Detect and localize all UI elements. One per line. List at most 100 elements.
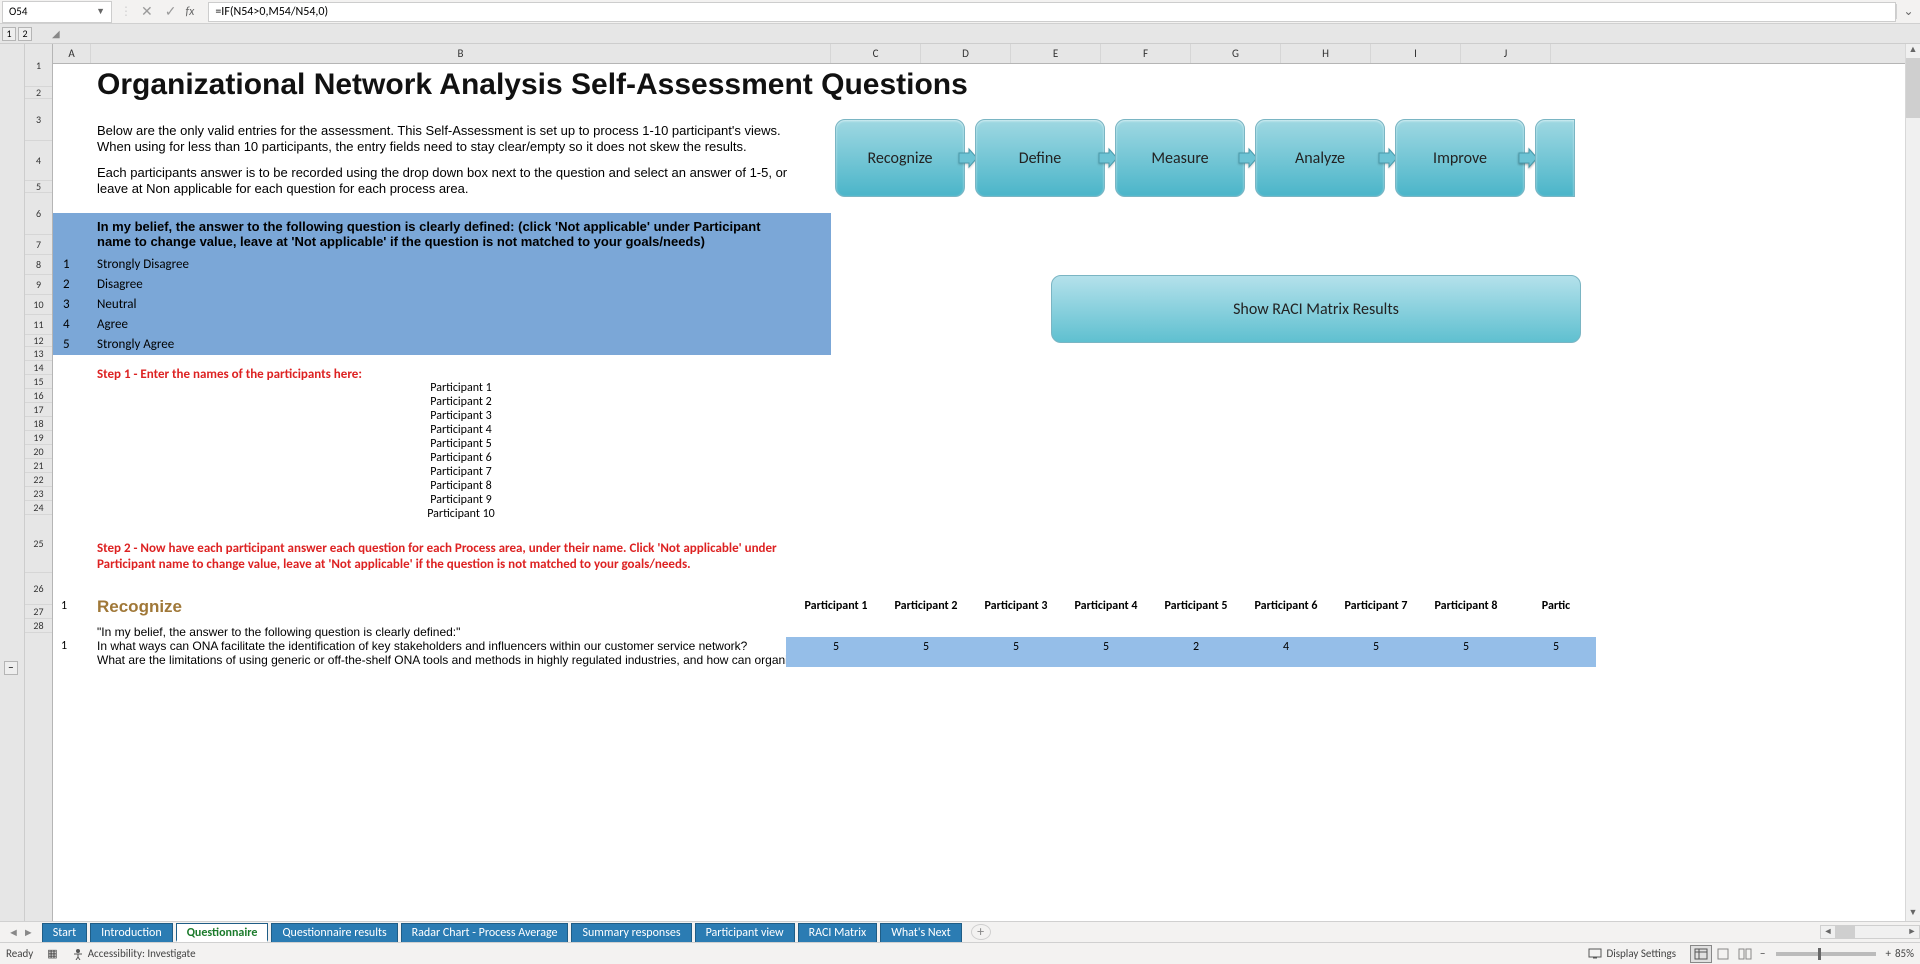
- process-step-define[interactable]: Define: [975, 119, 1105, 197]
- response-value-5[interactable]: 2: [1151, 640, 1241, 654]
- tab-introduction[interactable]: Introduction: [90, 923, 173, 942]
- participant-name-10[interactable]: Participant 10: [91, 507, 831, 521]
- row-header-10[interactable]: 10: [25, 295, 52, 315]
- participant-name-4[interactable]: Participant 4: [91, 423, 831, 437]
- response-value-2[interactable]: 5: [881, 640, 971, 654]
- tab-start[interactable]: Start: [42, 923, 87, 942]
- row-header-2[interactable]: 2: [25, 87, 52, 99]
- col-header-C[interactable]: C: [831, 44, 921, 63]
- name-box[interactable]: O54 ▼: [2, 1, 112, 23]
- response-value-6[interactable]: 4: [1241, 640, 1331, 654]
- participant-name-9[interactable]: Participant 9: [91, 493, 831, 507]
- participant-name-8[interactable]: Participant 8: [91, 479, 831, 493]
- zoom-slider[interactable]: [1776, 952, 1876, 956]
- col-header-E[interactable]: E: [1011, 44, 1101, 63]
- response-value-4[interactable]: 5: [1061, 640, 1151, 654]
- tab-questionnaire-results[interactable]: Questionnaire results: [271, 923, 397, 942]
- col-header-I[interactable]: I: [1371, 44, 1461, 63]
- scroll-left-icon[interactable]: ◄: [1821, 926, 1835, 938]
- zoom-out-button[interactable]: −: [1760, 947, 1765, 960]
- macro-record-icon[interactable]: ▦: [47, 947, 57, 960]
- response-value-9[interactable]: 5: [1511, 640, 1601, 654]
- col-header-D[interactable]: D: [921, 44, 1011, 63]
- row-header-23[interactable]: 23: [25, 487, 52, 501]
- tab-prev-icon[interactable]: ►: [23, 926, 34, 939]
- process-step-next[interactable]: [1535, 119, 1575, 197]
- response-value-3[interactable]: 5: [971, 640, 1061, 654]
- row-header-12[interactable]: 12: [25, 335, 52, 347]
- select-all-triangle[interactable]: ◢: [52, 27, 60, 40]
- row-header-14[interactable]: 14: [25, 361, 52, 375]
- normal-view-icon[interactable]: [1690, 945, 1712, 963]
- response-value-7[interactable]: 5: [1331, 640, 1421, 654]
- row-header-27[interactable]: 27: [25, 605, 52, 619]
- row-header-26[interactable]: 26: [25, 573, 52, 605]
- chevron-down-icon[interactable]: ▼: [96, 6, 105, 17]
- row-header-4[interactable]: 4: [25, 141, 52, 181]
- row-header-18[interactable]: 18: [25, 417, 52, 431]
- col-header-F[interactable]: F: [1101, 44, 1191, 63]
- col-header-B[interactable]: B: [91, 44, 831, 63]
- row-header-13[interactable]: 13: [25, 347, 52, 361]
- response-value-1[interactable]: 5: [791, 640, 881, 654]
- participant-name-5[interactable]: Participant 5: [91, 437, 831, 451]
- row-header-7[interactable]: 7: [25, 235, 52, 255]
- row-header-8[interactable]: 8: [25, 255, 52, 275]
- participant-name-1[interactable]: Participant 1: [91, 381, 831, 395]
- page-break-view-icon[interactable]: [1734, 945, 1756, 963]
- row-header-9[interactable]: 9: [25, 275, 52, 295]
- row-header-1[interactable]: 1: [25, 44, 52, 87]
- display-settings-button[interactable]: Display Settings: [1588, 947, 1676, 960]
- tab-questionnaire[interactable]: Questionnaire: [176, 923, 269, 942]
- zoom-level[interactable]: 85%: [1895, 947, 1914, 960]
- expand-formula-icon[interactable]: ⌄: [1896, 4, 1920, 19]
- fx-icon[interactable]: fx: [185, 5, 194, 19]
- col-header-G[interactable]: G: [1191, 44, 1281, 63]
- horizontal-scrollbar[interactable]: ◄ ►: [1820, 925, 1920, 939]
- outline-level-2[interactable]: 2: [18, 27, 32, 41]
- row-header-24[interactable]: 24: [25, 501, 52, 515]
- response-value-8[interactable]: 5: [1421, 640, 1511, 654]
- outline-collapse-button[interactable]: −: [4, 661, 18, 675]
- row-header-22[interactable]: 22: [25, 473, 52, 487]
- sheet-body[interactable]: Organizational Network Analysis Self-Ass…: [53, 64, 1920, 921]
- show-raci-matrix-button[interactable]: Show RACI Matrix Results: [1051, 275, 1581, 343]
- process-step-measure[interactable]: Measure: [1115, 119, 1245, 197]
- row-header-17[interactable]: 17: [25, 403, 52, 417]
- cancel-icon[interactable]: ✕: [138, 3, 156, 20]
- col-header-A[interactable]: A: [53, 44, 91, 63]
- row-header-16[interactable]: 16: [25, 389, 52, 403]
- row-header-21[interactable]: 21: [25, 459, 52, 473]
- row-header-19[interactable]: 19: [25, 431, 52, 445]
- horizontal-scroll-thumb[interactable]: [1835, 926, 1855, 938]
- process-step-analyze[interactable]: Analyze: [1255, 119, 1385, 197]
- row-header-5[interactable]: 5: [25, 181, 52, 193]
- tab-radar-chart-process-average[interactable]: Radar Chart - Process Average: [401, 923, 569, 942]
- scroll-right-icon[interactable]: ►: [1905, 926, 1919, 938]
- outline-level-1[interactable]: 1: [2, 27, 16, 41]
- tab-participant-view[interactable]: Participant view: [695, 923, 795, 942]
- participant-name-3[interactable]: Participant 3: [91, 409, 831, 423]
- scroll-up-icon[interactable]: ▲: [1906, 44, 1920, 58]
- tab-summary-responses[interactable]: Summary responses: [571, 923, 691, 942]
- row-header-20[interactable]: 20: [25, 445, 52, 459]
- col-header-H[interactable]: H: [1281, 44, 1371, 63]
- tab-what-s-next[interactable]: What's Next: [880, 923, 961, 942]
- row-header-11[interactable]: 11: [25, 315, 52, 335]
- accessibility-status[interactable]: Accessibility: Investigate: [72, 947, 196, 960]
- row-header-6[interactable]: 6: [25, 193, 52, 235]
- participant-name-7[interactable]: Participant 7: [91, 465, 831, 479]
- tab-first-icon[interactable]: ◄: [8, 926, 19, 939]
- row-header-3[interactable]: 3: [25, 99, 52, 141]
- participant-name-6[interactable]: Participant 6: [91, 451, 831, 465]
- scroll-down-icon[interactable]: ▼: [1906, 907, 1920, 921]
- process-step-recognize[interactable]: Recognize: [835, 119, 965, 197]
- row-header-28[interactable]: 28: [25, 619, 52, 633]
- vertical-scroll-thumb[interactable]: [1906, 58, 1920, 118]
- row-header-25[interactable]: 25: [25, 515, 52, 573]
- participant-name-2[interactable]: Participant 2: [91, 395, 831, 409]
- accept-icon[interactable]: ✓: [162, 3, 180, 20]
- new-sheet-button[interactable]: +: [971, 924, 991, 940]
- formula-input[interactable]: =IF(N54>0,M54/N54,0): [208, 2, 1896, 22]
- col-header-J[interactable]: J: [1461, 44, 1551, 63]
